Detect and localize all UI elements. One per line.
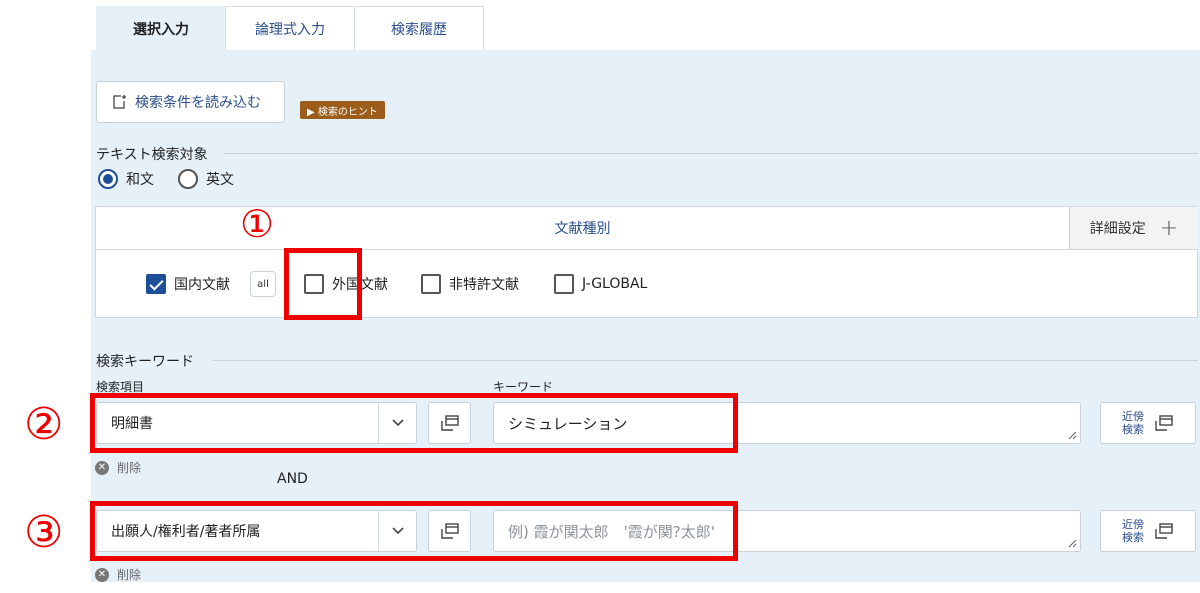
- proximity-search-label: 近傍 検索: [1122, 410, 1144, 436]
- checkbox-domestic-label: 国内文献: [174, 277, 230, 293]
- text-target-divider: [224, 153, 1198, 154]
- search-hint-button[interactable]: ▶ 検索のヒント: [300, 101, 385, 119]
- annotation-box-2: [90, 393, 738, 453]
- checkbox-box: [554, 274, 574, 294]
- select-all-button[interactable]: all: [250, 271, 276, 297]
- proximity-label-line2: 検索: [1122, 531, 1144, 544]
- checkbox-domestic[interactable]: 国内文献: [146, 274, 230, 294]
- checkbox-non-patent-label: 非特許文献: [449, 277, 519, 293]
- text-target-radio-group: 和文 英文: [98, 169, 258, 189]
- radio-japanese[interactable]: 和文: [98, 169, 154, 189]
- proximity-label-line2: 検索: [1122, 423, 1144, 436]
- radio-japanese-label: 和文: [126, 172, 154, 188]
- text-target-title: テキスト検索対象: [96, 147, 208, 163]
- load-file-icon: [113, 95, 126, 109]
- proximity-search-button-2[interactable]: 近傍 検索: [1100, 510, 1196, 552]
- proximity-search-label: 近傍 検索: [1122, 518, 1144, 544]
- tab-logic-input[interactable]: 論理式入力: [225, 6, 355, 50]
- proximity-label-line1: 近傍: [1122, 518, 1144, 531]
- load-conditions-button[interactable]: 検索条件を読み込む: [96, 81, 285, 123]
- keywords-divider: [212, 360, 1198, 361]
- detail-settings-button[interactable]: 詳細設定 +: [1069, 207, 1198, 250]
- and-operator: AND: [277, 471, 308, 487]
- annotation-box-3: [90, 501, 738, 561]
- detail-settings-label: 詳細設定: [1089, 221, 1146, 237]
- radio-circle-off: [178, 169, 198, 189]
- radio-english[interactable]: 英文: [178, 169, 234, 189]
- checkbox-non-patent[interactable]: 非特許文献: [421, 274, 519, 294]
- delete-label: 削除: [117, 461, 142, 475]
- plus-icon: +: [1159, 215, 1179, 241]
- delete-label: 削除: [117, 568, 142, 582]
- annotation-number-2: ②: [24, 399, 64, 450]
- tab-search-history[interactable]: 検索履歴: [354, 6, 484, 50]
- proximity-label-line1: 近傍: [1122, 410, 1144, 423]
- radio-circle-on: [98, 169, 118, 189]
- window-icon: [1155, 523, 1173, 539]
- close-circle-icon: ✕: [95, 567, 109, 582]
- close-circle-icon: ✕: [95, 460, 109, 475]
- window-icon: [1155, 415, 1173, 431]
- checkbox-box: [421, 274, 441, 294]
- delete-row-button-1[interactable]: ✕ 削除: [95, 459, 141, 476]
- load-conditions-label: 検索条件を読み込む: [135, 95, 261, 111]
- checkbox-box-checked: [146, 274, 166, 294]
- tab-bar: 選択入力 論理式入力 検索履歴: [96, 6, 484, 50]
- resize-handle-icon[interactable]: [1068, 539, 1077, 548]
- tab-select-input[interactable]: 選択入力: [96, 6, 226, 50]
- keywords-title: 検索キーワード: [96, 354, 194, 370]
- proximity-search-button-1[interactable]: 近傍 検索: [1100, 402, 1196, 444]
- radio-english-label: 英文: [206, 172, 234, 188]
- checkbox-jglobal-label: J-GLOBAL: [582, 276, 648, 292]
- checkbox-jglobal[interactable]: J-GLOBAL: [554, 274, 647, 294]
- annotation-number-3: ③: [24, 507, 64, 558]
- annotation-box-1: [284, 248, 362, 320]
- delete-row-button-2[interactable]: ✕ 削除: [95, 566, 141, 583]
- resize-handle-icon[interactable]: [1068, 431, 1077, 440]
- annotation-number-1: ①: [240, 202, 275, 246]
